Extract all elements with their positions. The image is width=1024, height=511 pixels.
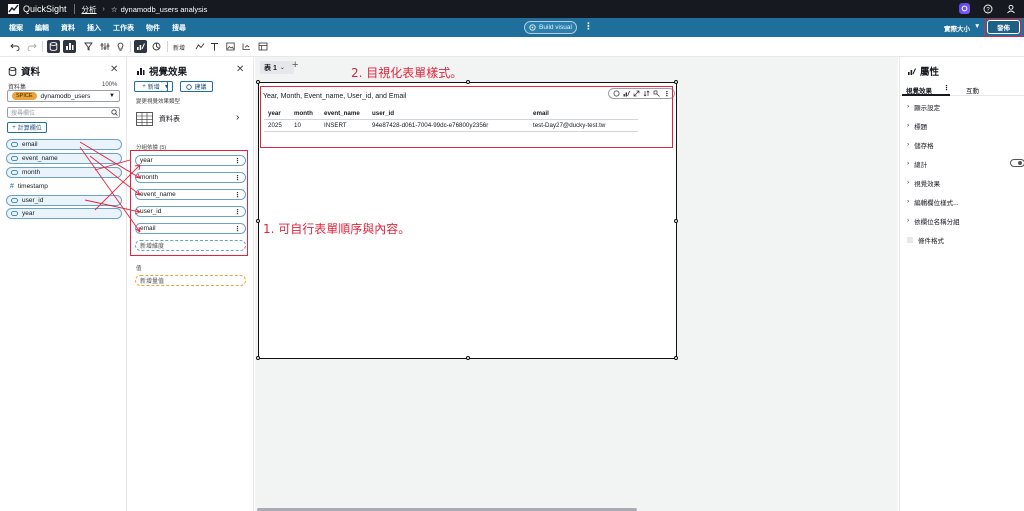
- resize-handle[interactable]: [256, 80, 260, 84]
- properties-icon: [908, 67, 916, 75]
- more-options-icon[interactable]: ⋮: [943, 84, 950, 92]
- chevron-right-icon: ›: [907, 160, 910, 167]
- table-cell[interactable]: 2025: [264, 119, 290, 132]
- resize-handle[interactable]: [256, 356, 260, 360]
- column-header[interactable]: year: [264, 108, 290, 120]
- annotation-1: 1. 可自行表單順序與內容。: [263, 222, 411, 236]
- table-row[interactable]: 2025 10 INSERT 94e87428-d061-7004-99dc-e…: [264, 119, 638, 132]
- annotation-2: 2. 目視化表單樣式。: [351, 66, 463, 80]
- resize-handle[interactable]: [674, 219, 678, 223]
- chevron-right-icon: ›: [907, 122, 910, 129]
- resize-handle[interactable]: [674, 80, 678, 84]
- conditional-format-icon: [907, 236, 913, 243]
- chevron-down-icon[interactable]: ⌄: [280, 64, 285, 71]
- prop-label: 依欄位名稱分組: [914, 218, 960, 226]
- chevron-right-icon: ›: [907, 179, 910, 186]
- prop-label: 條件格式: [918, 237, 944, 245]
- expand-icon[interactable]: [633, 90, 640, 97]
- chevron-right-icon: ›: [907, 141, 910, 148]
- prop-label: 視覺效果: [914, 180, 941, 188]
- chevron-right-icon: ›: [907, 198, 910, 205]
- prop-display-settings[interactable]: › 顯示設定: [907, 101, 1019, 112]
- prop-visuals[interactable]: › 視覺效果: [907, 177, 1019, 188]
- column-header[interactable]: email: [529, 108, 638, 120]
- prop-label: 編輯欄位樣式...: [914, 199, 959, 207]
- column-header[interactable]: event_name: [320, 108, 368, 120]
- prop-conditional-formatting[interactable]: 條件格式: [907, 234, 1019, 245]
- more-options-icon[interactable]: ⋮: [663, 90, 670, 98]
- table-cell[interactable]: test-Day27@ducky-test.tw: [529, 119, 638, 132]
- tab-interactions[interactable]: 互動: [966, 85, 979, 95]
- table-cell[interactable]: 94e87428-d061-7004-99dc-e76800y2356r: [368, 119, 529, 132]
- format-visual-icon[interactable]: [623, 90, 630, 97]
- sheet-tab-1[interactable]: 表 1 ⌄: [260, 61, 294, 74]
- visual-title[interactable]: Year, Month, Event_name, User_id, and Em…: [263, 93, 406, 100]
- prop-label: 標題: [914, 123, 928, 131]
- prop-label: 總計: [914, 161, 928, 169]
- resize-handle[interactable]: [466, 80, 470, 84]
- chevron-right-icon: ›: [907, 103, 910, 110]
- sheet-tab-label: 表 1: [264, 64, 277, 72]
- prop-totals[interactable]: › 總計: [907, 158, 1024, 169]
- quick-actions-icon[interactable]: [613, 90, 620, 97]
- properties-header: 屬性: [907, 64, 939, 78]
- table-cell[interactable]: INSERT: [320, 119, 368, 132]
- toggle-knob: [1018, 161, 1022, 165]
- chevron-right-icon: ›: [907, 217, 910, 224]
- prop-title[interactable]: › 標題: [907, 120, 1019, 131]
- resize-handle[interactable]: [466, 356, 470, 360]
- sort-icon[interactable]: [643, 90, 650, 97]
- resize-handle[interactable]: [256, 219, 260, 223]
- prop-field-styling[interactable]: › 編輯欄位樣式...: [907, 196, 1019, 207]
- data-table: year month event_name user_id email 2025…: [264, 108, 638, 132]
- column-header[interactable]: month: [290, 108, 320, 120]
- visual-menu-toolbar: ⋮: [608, 88, 675, 99]
- properties-panel: 屬性 視覺效果 ⋮ 互動 › 顯示設定 › 標題 › 儲存格 › 總計 › 視覺效果 › 編…: [899, 57, 1024, 511]
- prop-cells[interactable]: › 儲存格: [907, 139, 1019, 150]
- prop-group-by-field-name[interactable]: › 依欄位名稱分組: [907, 215, 1019, 226]
- drill-icon[interactable]: [653, 90, 660, 97]
- add-sheet-icon[interactable]: +: [292, 59, 298, 71]
- table-cell[interactable]: 10: [290, 119, 320, 132]
- totals-toggle[interactable]: [1010, 159, 1024, 167]
- column-header[interactable]: user_id: [368, 108, 529, 120]
- resize-handle[interactable]: [674, 356, 678, 360]
- properties-title: 屬性: [920, 67, 940, 78]
- active-tab-indicator: [902, 94, 950, 96]
- sheet-canvas: 表 1 ⌄ + Year, Month, Event_name, User_id…: [255, 57, 898, 511]
- prop-label: 顯示設定: [914, 104, 941, 112]
- table-header-row: year month event_name user_id email: [264, 108, 638, 120]
- prop-label: 儲存格: [914, 142, 934, 150]
